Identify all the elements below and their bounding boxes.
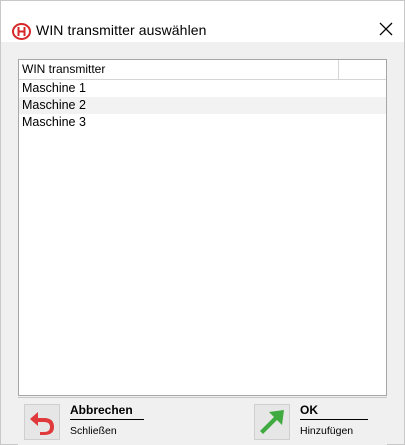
ok-button-sublabel: Hinzufügen	[300, 425, 354, 437]
cancel-button-label: Abbrechen	[70, 401, 144, 420]
list-rows: Maschine 1 Maschine 2 Maschine 3	[19, 80, 386, 131]
arrow-up-right-icon	[254, 404, 290, 440]
cancel-button-sublabel: Schließen	[70, 425, 117, 437]
list-item[interactable]: Maschine 1	[19, 80, 386, 97]
column-header-empty[interactable]	[339, 60, 386, 79]
close-button[interactable]	[371, 16, 401, 42]
list-item[interactable]: Maschine 3	[19, 114, 386, 131]
cancel-button[interactable]: Abbrechen Schließen	[24, 401, 144, 445]
list-item[interactable]: Maschine 2	[19, 97, 386, 114]
title-bar: WIN transmitter auswählen	[1, 1, 404, 41]
win-logo-icon	[12, 23, 31, 40]
button-bar: Abbrechen Schließen OK Hinzufügen	[18, 397, 387, 445]
window-title: WIN transmitter auswählen	[36, 22, 207, 38]
list-header: WIN transmitter	[19, 60, 386, 80]
column-header-win-transmitter[interactable]: WIN transmitter	[19, 60, 339, 79]
close-icon	[379, 22, 393, 36]
ok-button-label: OK	[300, 401, 368, 420]
transmitter-list[interactable]: WIN transmitter Maschine 1 Maschine 2 Ma…	[18, 59, 387, 396]
dialog-content: WIN transmitter Maschine 1 Maschine 2 Ma…	[1, 42, 404, 445]
ok-button[interactable]: OK Hinzufügen	[254, 401, 368, 445]
dialog-window: WIN transmitter auswählen WIN transmitte…	[0, 0, 405, 445]
undo-arrow-icon	[24, 404, 60, 440]
